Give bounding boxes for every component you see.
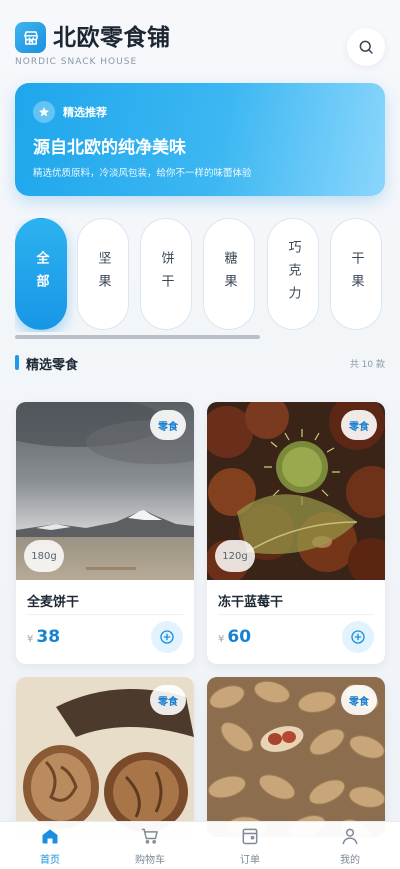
- category-scrollbar[interactable]: [15, 335, 260, 339]
- plus-circle-icon: [160, 630, 174, 644]
- section-title: 精选零食: [26, 358, 79, 373]
- divider: [27, 614, 183, 615]
- app-title: 北欧零食铺: [53, 25, 171, 51]
- product-tag: 零食: [341, 685, 377, 715]
- section-header: 精选零食 共 10 款: [15, 353, 385, 373]
- banner-title: 源自北欧的纯净美味: [33, 138, 186, 158]
- product-tag: 零食: [150, 410, 186, 440]
- product-weight: 180g: [24, 540, 64, 572]
- product-name: 全麦饼干: [27, 595, 80, 610]
- category-nuts[interactable]: 坚果: [77, 218, 129, 330]
- section-accent-bar: [15, 355, 19, 370]
- orders-icon: [242, 828, 258, 845]
- category-dried-fruit[interactable]: 干果: [330, 218, 382, 330]
- search-button[interactable]: [347, 28, 385, 66]
- profile-icon: [342, 828, 358, 845]
- plus-circle-icon: [351, 630, 365, 644]
- product-card[interactable]: 零食 120g 冻干蓝莓干 ¥60: [207, 402, 385, 664]
- category-biscuits[interactable]: 饼干: [140, 218, 192, 330]
- add-to-cart-button[interactable]: [151, 621, 183, 653]
- product-image: 零食: [16, 677, 194, 837]
- section-count: 共 10 款: [349, 360, 385, 370]
- home-icon: [42, 829, 58, 844]
- bottom-nav: 首页 购物车 订单 我的: [0, 821, 400, 869]
- product-price: ¥60: [218, 627, 252, 647]
- nav-orders[interactable]: 订单: [200, 826, 300, 868]
- banner-tag: 精选推荐: [33, 101, 107, 123]
- product-card[interactable]: 零食: [207, 677, 385, 837]
- nav-profile[interactable]: 我的: [300, 826, 400, 868]
- product-image: 零食 180g: [16, 402, 194, 580]
- product-name: 冻干蓝莓干: [218, 595, 284, 610]
- nav-home[interactable]: 首页: [0, 826, 100, 868]
- banner-tag-label: 精选推荐: [63, 106, 107, 119]
- nav-cart[interactable]: 购物车: [100, 826, 200, 868]
- product-weight: 120g: [215, 540, 255, 572]
- category-candy[interactable]: 糖果: [203, 218, 255, 330]
- product-card[interactable]: 零食 180g 全麦饼干 ¥38: [16, 402, 194, 664]
- header: 北欧零食铺 NORDIC SNACK HOUSE: [15, 22, 385, 72]
- product-image: 零食 120g: [207, 402, 385, 580]
- product-price: ¥38: [27, 627, 61, 647]
- promo-banner[interactable]: 精选推荐 源自北欧的纯净美味 精选优质原料，冷淡风包装，给你不一样的味蕾体验: [15, 83, 385, 196]
- app-subtitle: NORDIC SNACK HOUSE: [15, 57, 138, 67]
- banner-description: 精选优质原料，冷淡风包装，给你不一样的味蕾体验: [33, 168, 252, 179]
- divider: [218, 614, 374, 615]
- store-icon: [15, 22, 46, 53]
- product-card[interactable]: 零食: [16, 677, 194, 837]
- search-icon: [359, 40, 373, 54]
- cart-icon: [141, 828, 158, 844]
- category-chocolate[interactable]: 巧克力: [267, 218, 319, 330]
- star-icon: [33, 101, 55, 123]
- product-image: 零食: [207, 677, 385, 837]
- category-all[interactable]: 全部: [15, 218, 67, 330]
- product-tag: 零食: [341, 410, 377, 440]
- add-to-cart-button[interactable]: [342, 621, 374, 653]
- category-list: 全部 坚果 饼干 糖果 巧克力 干果: [15, 218, 400, 332]
- product-tag: 零食: [150, 685, 186, 715]
